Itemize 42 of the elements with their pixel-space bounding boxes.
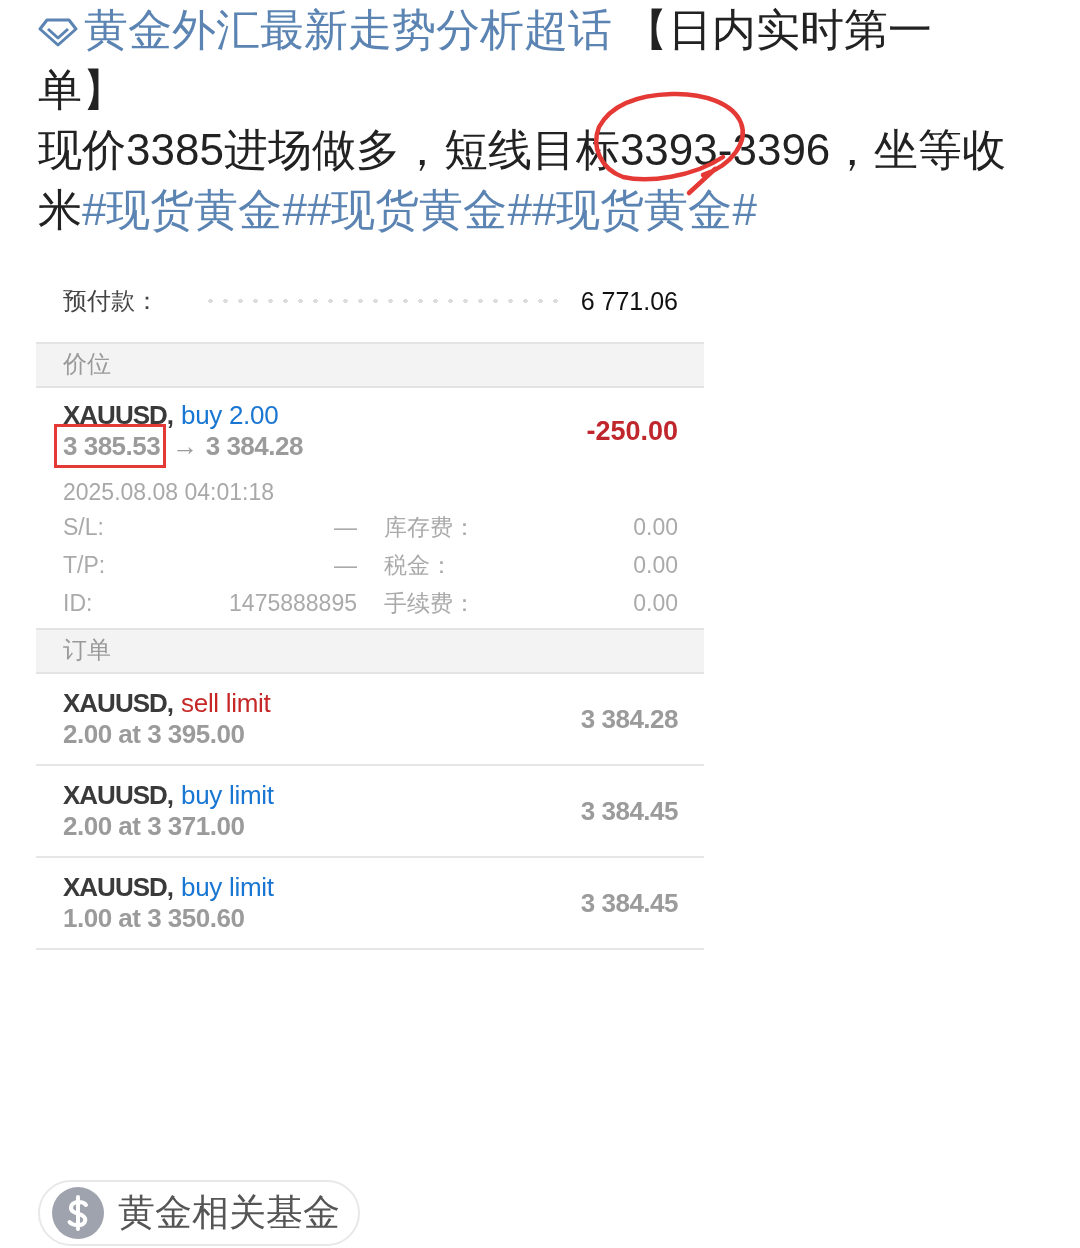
detail-value: 0.00 bbox=[633, 551, 678, 580]
price-arrow: → bbox=[172, 431, 198, 461]
detail-value: 1475888895 bbox=[229, 589, 357, 618]
order-current-price: 3 384.45 bbox=[580, 795, 678, 827]
hashtag-link[interactable]: #现货黄金# bbox=[306, 185, 532, 234]
profit-value: -250.00 bbox=[586, 415, 678, 447]
detail-label: ID: bbox=[63, 589, 93, 618]
order-volume-price: 2.00 at 3 395.00 bbox=[63, 718, 246, 750]
symbol: XAUUSD, bbox=[63, 780, 173, 810]
open-time: 2025.08.08 04:01:18 bbox=[63, 478, 276, 507]
section-header: 价位 bbox=[36, 342, 704, 388]
symbol: XAUUSD, bbox=[63, 872, 173, 902]
detail-value: 0.00 bbox=[633, 589, 678, 618]
order-type: sell limit bbox=[181, 688, 271, 718]
hashtag-link[interactable]: #现货黄金# bbox=[531, 185, 757, 234]
section-header: 订单 bbox=[36, 628, 704, 674]
detail-value: 0.00 bbox=[633, 513, 678, 542]
order-volume-price: 1.00 at 3 350.60 bbox=[63, 902, 246, 934]
order-type: buy limit bbox=[181, 872, 274, 902]
detail-label: 税金： bbox=[384, 551, 453, 580]
trade-type: buy 2.00 bbox=[181, 400, 279, 430]
post-title: 黄金外汇最新走势分析超话 【日内实时第一单】 bbox=[38, 4, 934, 116]
summary-label: 预付款： bbox=[63, 286, 159, 316]
detail-label: S/L: bbox=[63, 513, 104, 542]
open-price: 3 385.53 bbox=[54, 424, 167, 468]
detail-value: — bbox=[334, 551, 357, 580]
detail-value: — bbox=[334, 513, 357, 542]
order-type: buy limit bbox=[181, 780, 274, 810]
diamond-icon bbox=[38, 17, 78, 47]
detail-label: T/P: bbox=[63, 551, 106, 580]
fund-button[interactable]: 黄金相关基金 bbox=[38, 1180, 360, 1246]
summary-value: 6 771.06 bbox=[580, 286, 678, 316]
hashtag-link[interactable]: #现货黄金# bbox=[82, 185, 307, 234]
symbol: XAUUSD, bbox=[63, 688, 173, 718]
order-current-price: 3 384.28 bbox=[580, 703, 678, 735]
topic-link[interactable]: 黄金外汇最新走势分析超话 bbox=[38, 5, 612, 54]
order-current-price: 3 384.45 bbox=[580, 887, 678, 919]
detail-label: 库存费： bbox=[384, 513, 476, 542]
dollar-icon bbox=[52, 1187, 104, 1239]
detail-label: 手续费： bbox=[384, 589, 476, 618]
current-price: 3 384.28 bbox=[205, 431, 303, 461]
order-volume-price: 2.00 at 3 371.00 bbox=[63, 810, 246, 842]
